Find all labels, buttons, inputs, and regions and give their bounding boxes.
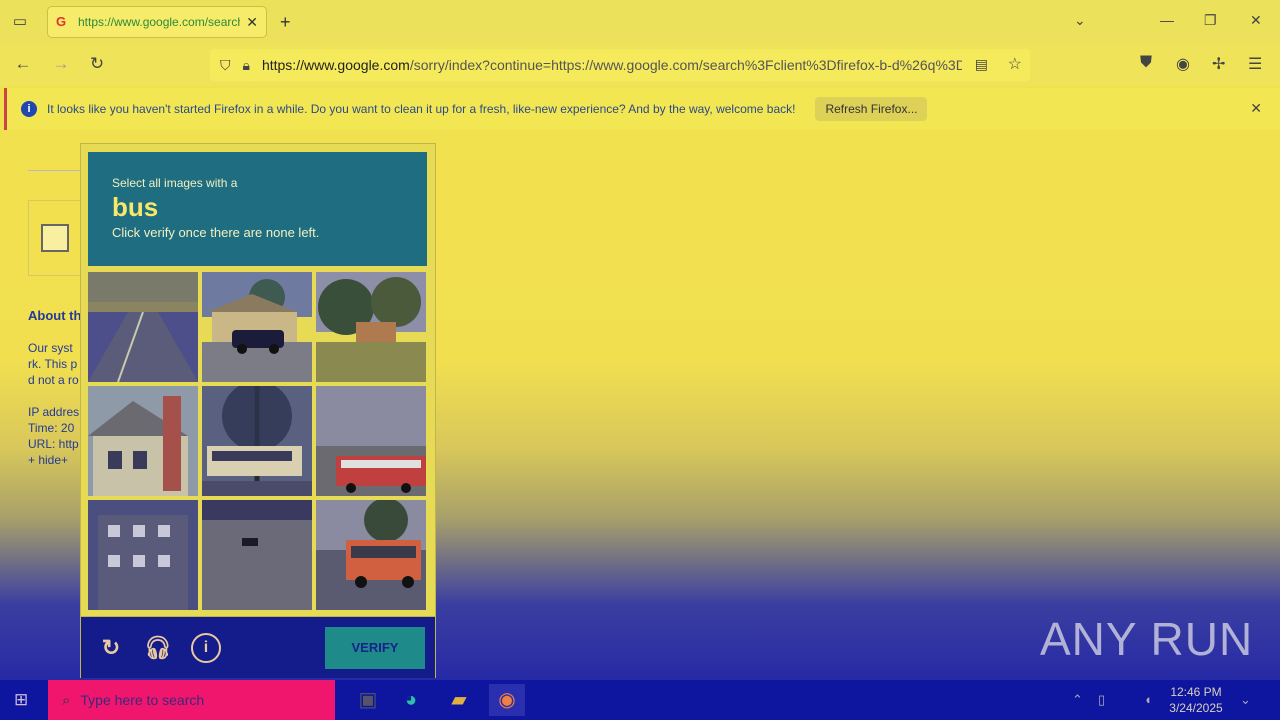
clock-date: 3/24/2025 (1169, 701, 1223, 715)
firefox-notification-bar: i It looks like you haven't started Fire… (4, 88, 1280, 130)
page-line: IP addres (28, 405, 80, 419)
captcha-tile-tree-bus[interactable] (202, 386, 312, 496)
search-icon: ⌕ (62, 691, 71, 709)
account-icon[interactable]: ◉ (1176, 54, 1190, 74)
page-line: Our syst (28, 341, 73, 355)
image-grid (88, 272, 428, 612)
taskbar-search-box[interactable]: ⌕ Type here to search (48, 680, 335, 720)
refresh-firefox-button[interactable]: Refresh Firefox... (815, 97, 928, 121)
network-icon[interactable]: ▯ (1098, 692, 1105, 708)
extensions-icon[interactable]: ✢ (1212, 54, 1225, 74)
challenge-footer: ↻ 🎧︎ i VERIFY (81, 616, 435, 678)
minimize-icon[interactable]: — (1160, 12, 1174, 28)
tray-chevron-icon[interactable]: ⌃ (1072, 692, 1083, 708)
page-heading: About th (28, 308, 80, 323)
search-placeholder: Type here to search (80, 692, 205, 708)
page-line: URL: http (28, 437, 79, 451)
notification-center-icon[interactable]: ⌄ (1240, 692, 1251, 708)
reload-icon[interactable]: ↻ (86, 54, 108, 74)
windows-start-icon[interactable]: ⊞ (14, 690, 28, 710)
url-host: https://www.google.com (261, 57, 410, 73)
reader-view-icon[interactable]: ▤ (975, 56, 988, 73)
recaptcha-checkbox[interactable] (41, 224, 69, 252)
tab-close-icon[interactable]: ✕ (246, 14, 258, 31)
info-icon: i (21, 101, 37, 117)
verify-button[interactable]: VERIFY (325, 627, 425, 669)
audio-challenge-icon[interactable]: 🎧︎ (143, 633, 173, 663)
url-text[interactable]: https://www.google.com/sorry/index?conti… (262, 57, 962, 73)
tab-title: https://www.google.com/search (78, 15, 241, 29)
shield-icon[interactable]: ⛉ (220, 57, 231, 74)
recaptcha-challenge: Select all images with a bus Click verif… (80, 143, 436, 678)
edge-icon[interactable]: ◕ (393, 684, 429, 716)
challenge-target: bus (112, 192, 159, 222)
challenge-hint: Click verify once there are none left. (112, 225, 320, 240)
challenge-header: Select all images with a bus Click verif… (88, 152, 427, 266)
help-info-icon[interactable]: i (191, 633, 221, 663)
back-icon[interactable]: ← (12, 54, 34, 74)
captcha-tile-house-car[interactable] (202, 272, 312, 382)
page-line: rk. This p (28, 357, 78, 371)
new-tab-icon[interactable]: + (280, 12, 291, 33)
captcha-tile-road[interactable] (88, 272, 198, 382)
volume-icon[interactable]: ◖ (1144, 692, 1152, 707)
captcha-tile-yard-tree[interactable] (316, 272, 426, 382)
captcha-tile-apartment[interactable] (88, 500, 198, 610)
captcha-tile-house-chimney[interactable] (88, 386, 198, 496)
tab-overflow-chevron-icon[interactable]: ⌄ (1074, 12, 1086, 29)
page-line[interactable]: + hide+ (28, 453, 80, 467)
notification-message: It looks like you haven't started Firefo… (47, 102, 796, 116)
reload-challenge-icon[interactable]: ↻ (96, 633, 126, 663)
task-view-icon[interactable]: ▣ (350, 684, 386, 716)
window-close-icon[interactable]: ✕ (1250, 12, 1262, 29)
navigation-toolbar: ← → ↻ ⛉ 🔒︎ https://www.google.com/sorry/… (0, 44, 1280, 86)
page-line: d not a ro (28, 373, 79, 387)
page-line: Time: 20 (28, 421, 75, 435)
url-path: /sorry/index?continue=https://www.google… (409, 57, 962, 73)
tab-bar: ▭ G https://www.google.com/search ✕ + ⌄ … (0, 0, 1280, 44)
tab-list-icon[interactable]: ▭ (10, 12, 30, 32)
captcha-tile-road-car[interactable] (202, 500, 312, 610)
notification-close-icon[interactable]: ✕ (1250, 100, 1262, 117)
active-tab[interactable]: G https://www.google.com/search ✕ (47, 6, 267, 38)
firefox-icon[interactable]: ◉ (489, 684, 525, 716)
google-favicon-icon: G (56, 14, 67, 29)
url-bar[interactable]: ⛉ 🔒︎ https://www.google.com/sorry/index?… (210, 49, 1030, 81)
bookmark-star-icon[interactable]: ☆ (1008, 54, 1022, 74)
captcha-tile-bus-side[interactable] (316, 500, 426, 610)
taskbar-clock[interactable]: 12:46 PM 3/24/2025 (1168, 684, 1224, 716)
anyrun-watermark-logo: ANY RUN (1040, 613, 1254, 665)
challenge-instruction: Select all images with a (112, 176, 238, 190)
forward-icon[interactable]: → (50, 54, 72, 74)
restore-icon[interactable]: ❐ (1204, 12, 1217, 29)
pocket-icon[interactable]: ⛊ (1140, 54, 1152, 72)
captcha-tile-school-bus[interactable] (316, 386, 426, 496)
divider (28, 170, 88, 171)
lock-icon[interactable]: 🔒︎ (243, 57, 250, 74)
taskbar: ⊞ ⌕ Type here to search ▣ ◕ ▰ ◉ ⌃ ▯ ◖ 12… (0, 680, 1280, 720)
file-explorer-icon[interactable]: ▰ (441, 684, 477, 716)
menu-icon[interactable]: ☰ (1248, 54, 1262, 74)
clock-time: 12:46 PM (1170, 685, 1222, 699)
